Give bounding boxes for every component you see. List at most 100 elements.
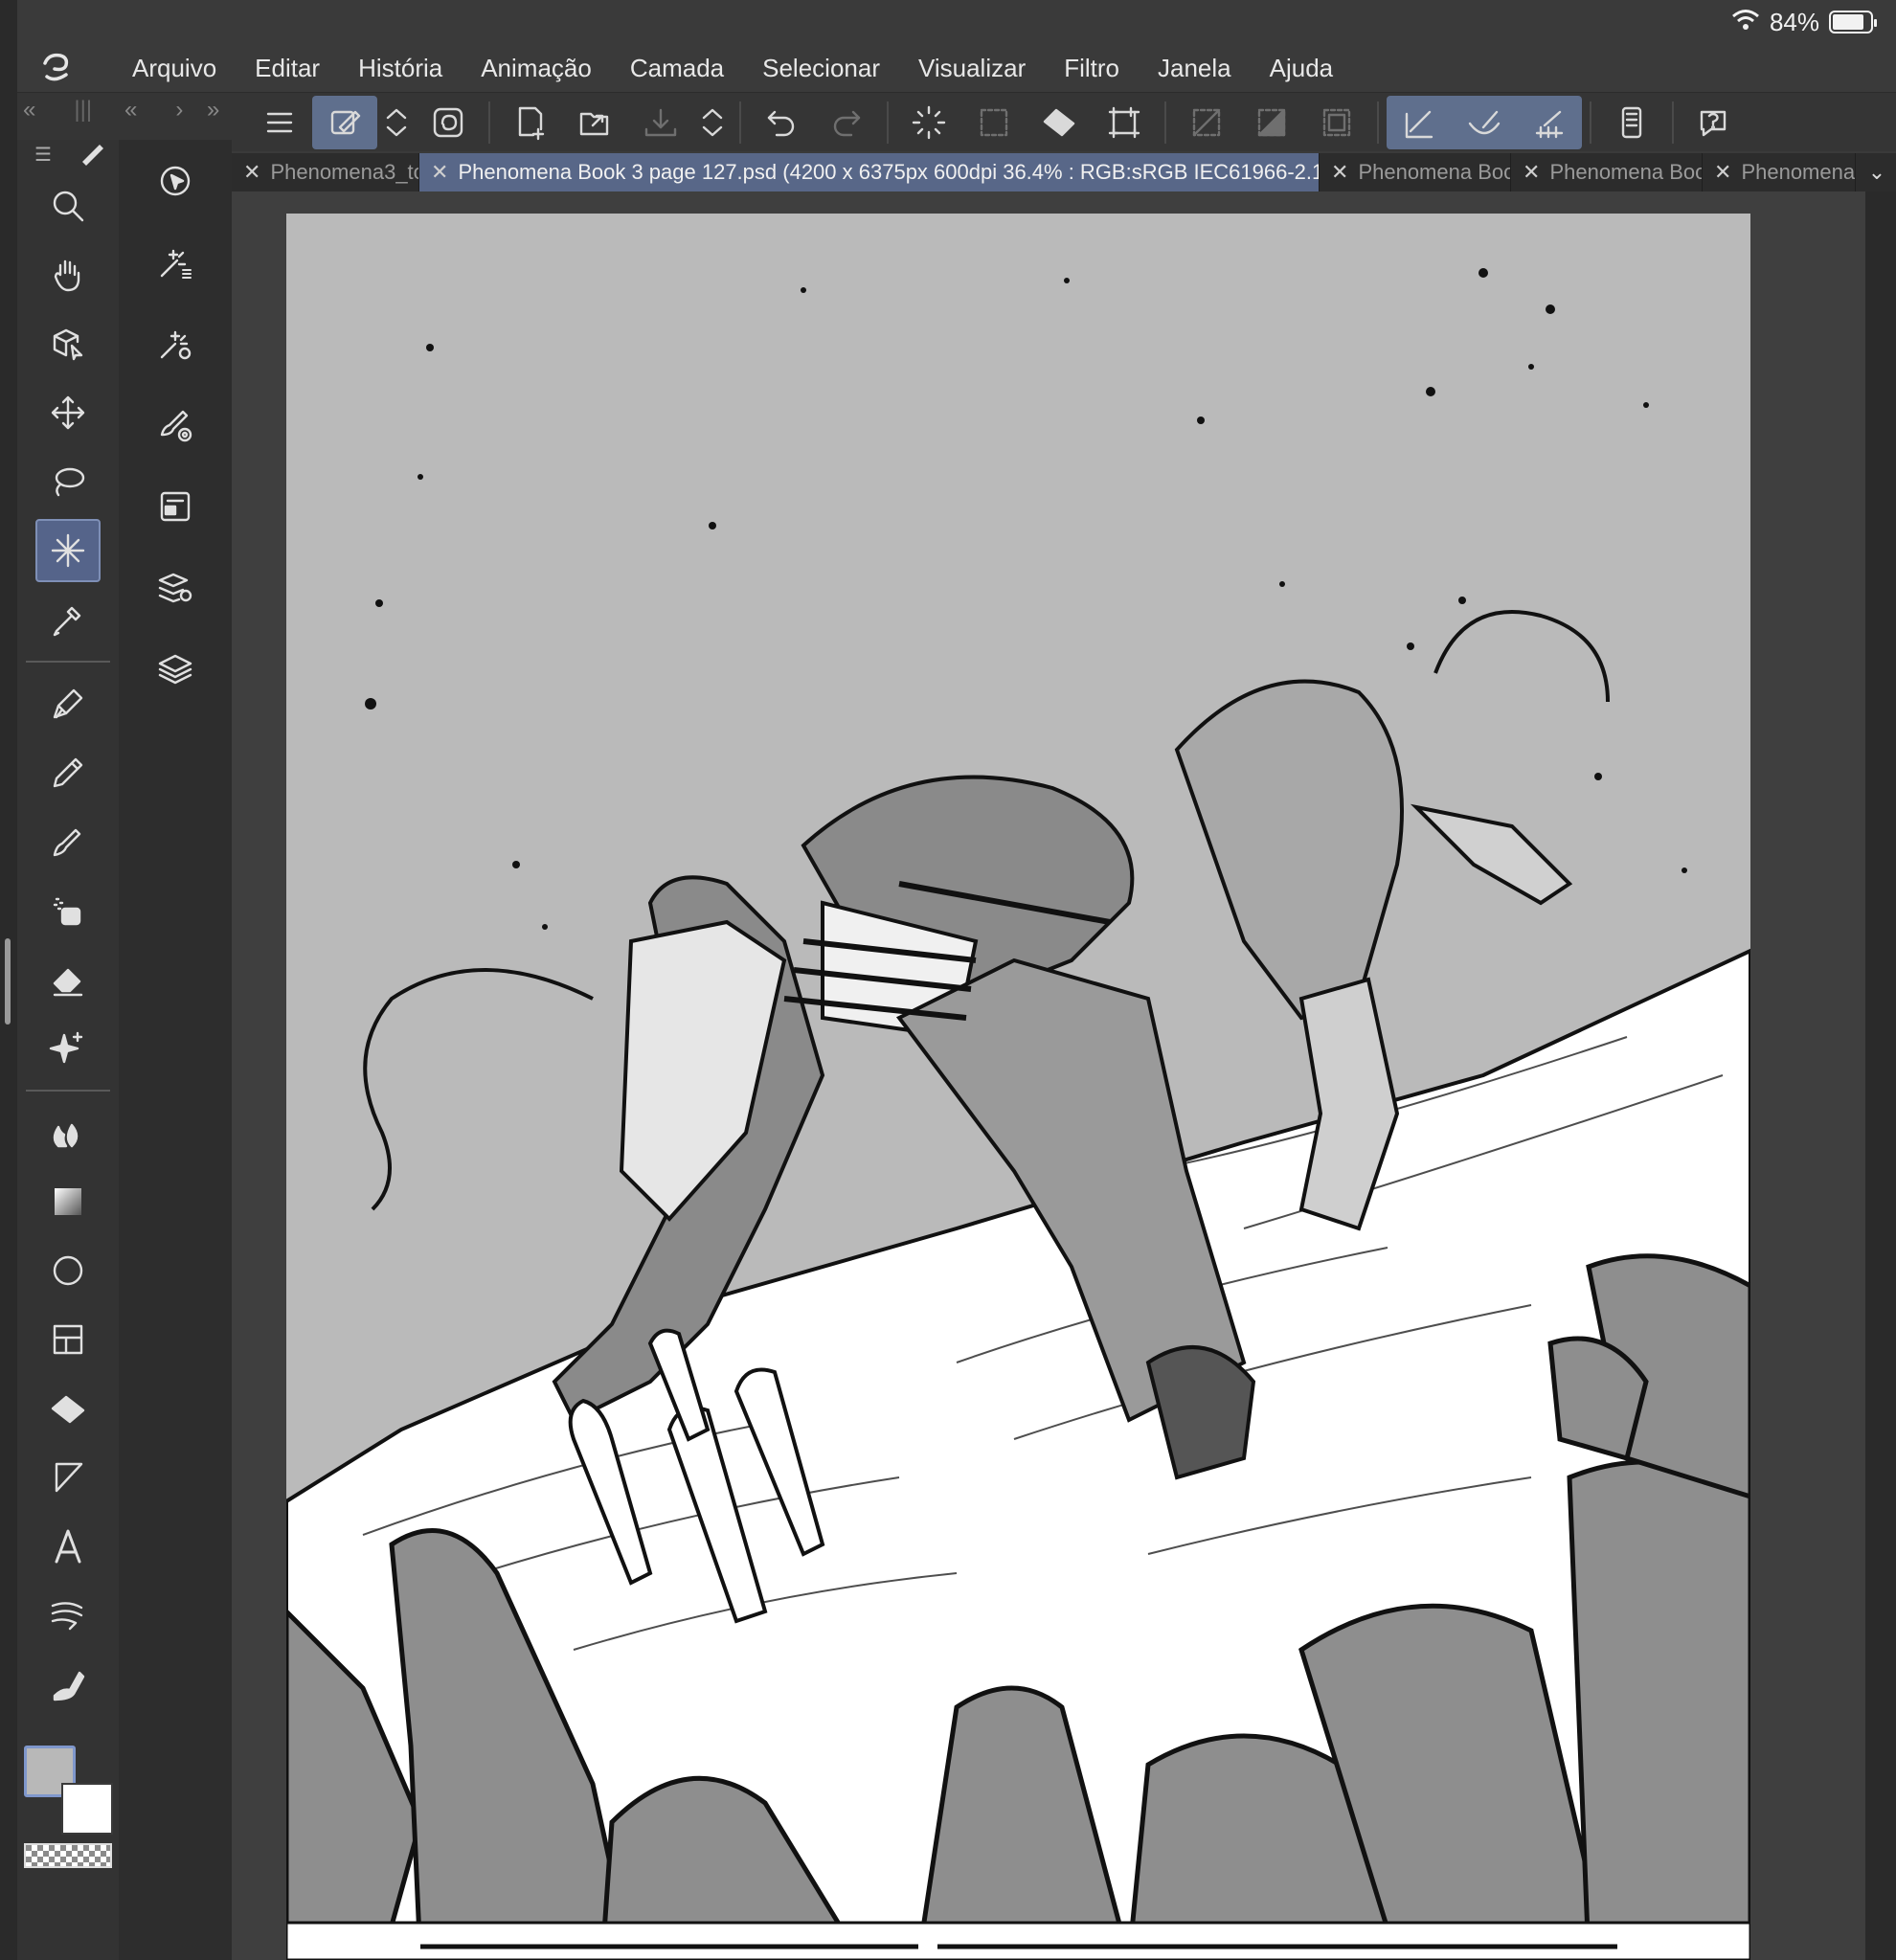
pencil-tool[interactable] bbox=[35, 741, 101, 804]
text-icon bbox=[55, 1529, 81, 1564]
open-folder-button[interactable] bbox=[563, 96, 628, 149]
menu-selecionar[interactable]: Selecionar bbox=[743, 54, 899, 83]
snap-to-ruler-button[interactable] bbox=[1387, 96, 1452, 149]
figure-tool[interactable] bbox=[35, 1239, 101, 1302]
new-file-button[interactable] bbox=[498, 96, 563, 149]
snap-to-grid-button[interactable] bbox=[1517, 96, 1582, 149]
auto-select-tool[interactable] bbox=[35, 519, 101, 582]
layer-properties-subtool[interactable] bbox=[142, 554, 209, 621]
pen-icon bbox=[53, 688, 83, 719]
menu-camada[interactable]: Camada bbox=[611, 54, 743, 83]
frame-border-tool[interactable] bbox=[35, 1308, 101, 1371]
clip-studio-logo-icon[interactable] bbox=[17, 50, 94, 86]
lasso-tool[interactable] bbox=[35, 450, 101, 513]
collapse-left-icon[interactable]: « bbox=[124, 97, 137, 124]
tool-panel-collapse[interactable]: « ||| bbox=[23, 93, 92, 127]
undo-button[interactable] bbox=[749, 96, 814, 149]
airbrush-tool[interactable] bbox=[35, 879, 101, 942]
ruler-icon bbox=[55, 1462, 83, 1493]
gradient-tool[interactable] bbox=[35, 1170, 101, 1233]
canvas-page[interactable] bbox=[286, 214, 1750, 1960]
updown-arrows-button[interactable] bbox=[693, 96, 732, 149]
doc-tab-active[interactable]: ✕ Phenomena Book 3 page 127.psd (4200 x … bbox=[419, 153, 1320, 191]
doc-tab[interactable]: ✕ Phenomena3_to bbox=[232, 153, 419, 191]
transparent-color-swatch[interactable] bbox=[24, 1843, 112, 1868]
selection-border-button[interactable] bbox=[1304, 96, 1369, 149]
menu-filtro[interactable]: Filtro bbox=[1045, 54, 1139, 83]
fill-bucket-button[interactable] bbox=[1027, 96, 1092, 149]
pen-tool[interactable] bbox=[35, 672, 101, 735]
companion-device-button[interactable] bbox=[1599, 96, 1664, 149]
selection-wand-subtool[interactable] bbox=[142, 229, 209, 296]
chevron-down-icon[interactable]: ⌄ bbox=[1858, 153, 1896, 191]
close-icon[interactable]: ✕ bbox=[431, 160, 448, 185]
updown-arrows-button[interactable] bbox=[377, 96, 416, 149]
correction-tool[interactable] bbox=[35, 1653, 101, 1716]
tab-label: Phenomena bbox=[1741, 160, 1856, 184]
loading-spinner-button[interactable] bbox=[896, 96, 961, 149]
correction-icon bbox=[53, 1671, 85, 1701]
object-tool[interactable] bbox=[35, 312, 101, 375]
doc-tab[interactable]: ✕ Phenomena Boo bbox=[1511, 153, 1703, 191]
menu-editar[interactable]: Editar bbox=[236, 54, 339, 83]
menu-bar: Arquivo Editar História Animação Camada … bbox=[17, 44, 1896, 92]
hand-tool[interactable] bbox=[35, 243, 101, 306]
selection-layer-subtool[interactable] bbox=[142, 473, 209, 540]
close-icon[interactable]: ✕ bbox=[1331, 160, 1348, 185]
select-reference-icon bbox=[160, 166, 191, 196]
frame-border-icon bbox=[53, 1324, 83, 1355]
save-button[interactable] bbox=[628, 96, 693, 149]
decoration-tool[interactable] bbox=[35, 1017, 101, 1080]
eyedropper-tool[interactable] bbox=[35, 588, 101, 651]
clip-studio-icon-button[interactable] bbox=[416, 96, 481, 149]
text-tool[interactable] bbox=[35, 1515, 101, 1578]
menu-animacao[interactable]: Animação bbox=[462, 54, 611, 83]
select-all-button[interactable] bbox=[961, 96, 1027, 149]
zoom-tool[interactable] bbox=[35, 174, 101, 237]
sub-color-swatch[interactable] bbox=[61, 1783, 113, 1835]
menu-ajuda[interactable]: Ajuda bbox=[1251, 54, 1353, 83]
palette-menu-icon[interactable]: ☰ bbox=[34, 143, 52, 167]
balloon-tool[interactable] bbox=[35, 1584, 101, 1647]
chevron-right-icon[interactable]: › bbox=[175, 97, 183, 124]
close-icon[interactable]: ✕ bbox=[1523, 160, 1540, 185]
vertical-scrollbar[interactable] bbox=[1865, 191, 1896, 1960]
magic-wand-subtool[interactable] bbox=[142, 310, 209, 377]
split-view-handle[interactable] bbox=[5, 938, 11, 1025]
canvas-workspace[interactable] bbox=[232, 191, 1865, 1960]
menu-visualizar[interactable]: Visualizar bbox=[899, 54, 1045, 83]
collapse-left-icon[interactable]: « bbox=[23, 97, 35, 124]
edit-mode-button[interactable] bbox=[312, 96, 377, 149]
move-tool[interactable] bbox=[35, 381, 101, 444]
expand-right[interactable]: » bbox=[207, 93, 219, 127]
redo-button[interactable] bbox=[814, 96, 879, 149]
battery-icon bbox=[1829, 11, 1877, 34]
deselect-button[interactable] bbox=[1174, 96, 1239, 149]
blend-tool[interactable] bbox=[35, 1101, 101, 1164]
ruler-tool[interactable] bbox=[35, 1446, 101, 1509]
transform-button[interactable] bbox=[1092, 96, 1157, 149]
expand-right-icon[interactable]: » bbox=[207, 97, 219, 124]
help-button[interactable] bbox=[1682, 96, 1747, 149]
pen-tab-icon[interactable] bbox=[79, 137, 107, 171]
hand-icon bbox=[54, 259, 80, 292]
menu-historia[interactable]: História bbox=[339, 54, 462, 83]
brush-select-subtool[interactable] bbox=[142, 392, 209, 459]
layers-subtool[interactable] bbox=[142, 636, 209, 703]
fill-tool[interactable] bbox=[35, 1377, 101, 1440]
snap-to-special-ruler-button[interactable] bbox=[1452, 96, 1517, 149]
left-edge bbox=[0, 0, 17, 1960]
doc-tab[interactable]: ✕ Phenomena bbox=[1703, 153, 1856, 191]
menu-hamburger-button[interactable] bbox=[247, 96, 312, 149]
select-reference-subtool[interactable] bbox=[142, 147, 209, 214]
close-icon[interactable]: ✕ bbox=[243, 160, 260, 185]
invert-selection-button[interactable] bbox=[1239, 96, 1304, 149]
subtool-panel-collapse[interactable]: « › bbox=[124, 93, 183, 127]
close-icon[interactable]: ✕ bbox=[1714, 160, 1731, 185]
menu-janela[interactable]: Janela bbox=[1139, 54, 1251, 83]
menu-arquivo[interactable]: Arquivo bbox=[94, 54, 236, 83]
brush-tool[interactable] bbox=[35, 810, 101, 873]
brush-icon bbox=[53, 828, 81, 857]
doc-tab[interactable]: ✕ Phenomena Boo bbox=[1320, 153, 1511, 191]
eraser-tool[interactable] bbox=[35, 948, 101, 1011]
